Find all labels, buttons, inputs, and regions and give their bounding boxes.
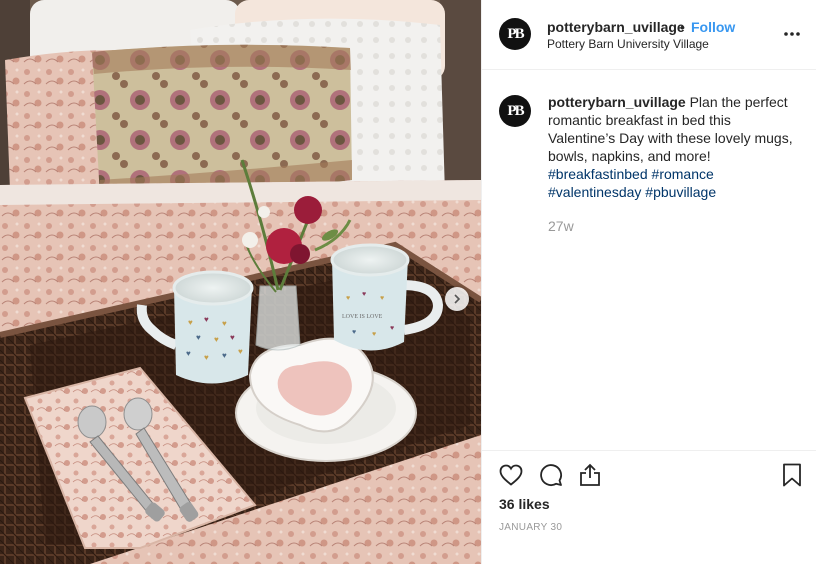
caption-comment: PB potterybarn_uvillage Plan the perfect…	[482, 70, 816, 450]
post-header: PB potterybarn_uvillage • Follow Pottery…	[482, 0, 816, 70]
time-ago[interactable]: 27w	[548, 218, 574, 234]
avatar[interactable]: PB	[499, 18, 531, 50]
caption: potterybarn_uvillage Plan the perfect ro…	[548, 93, 798, 201]
svg-text:♥: ♥	[222, 319, 227, 328]
like-button[interactable]	[497, 461, 525, 489]
post-photo[interactable]: ♥ ♥ ♥ ♥ ♥ ♥ ♥ ♥ ♥ ♥ LOVE IS LOVE ♥ ♥ ♥ ♥ ♥ ♥	[0, 0, 481, 564]
post-date[interactable]: JANUARY 30	[499, 522, 562, 533]
avatar[interactable]: PB	[499, 95, 531, 127]
svg-text:♥: ♥	[352, 329, 356, 336]
svg-text:♥: ♥	[390, 325, 394, 332]
svg-text:♥: ♥	[222, 351, 227, 360]
svg-text:♥: ♥	[188, 318, 193, 327]
likes-count[interactable]: 36 likes	[499, 496, 550, 512]
hashtag-link[interactable]: #breakfastinbed	[548, 166, 648, 182]
svg-text:♥: ♥	[380, 295, 384, 302]
post-details-panel: PB potterybarn_uvillage • Follow Pottery…	[481, 0, 816, 564]
comment-icon	[540, 464, 562, 486]
caption-username-link[interactable]: potterybarn_uvillage	[548, 94, 686, 110]
hashtag-link[interactable]: #valentinesday	[548, 184, 641, 200]
svg-text:♥: ♥	[346, 295, 350, 302]
bookmark-icon	[783, 463, 801, 487]
svg-text:♥: ♥	[238, 347, 243, 356]
more-options-icon	[784, 32, 800, 36]
save-button[interactable]	[778, 461, 806, 489]
heart-icon	[499, 464, 523, 486]
location-link[interactable]: Pottery Barn University Village	[547, 37, 709, 51]
next-image-button[interactable]	[445, 287, 469, 311]
hashtag-link[interactable]: #romance	[652, 166, 714, 182]
svg-text:♥: ♥	[204, 315, 209, 324]
svg-text:♥: ♥	[214, 335, 219, 344]
username-link[interactable]: potterybarn_uvillage	[547, 19, 685, 35]
more-options-button[interactable]	[782, 24, 802, 44]
share-button[interactable]	[576, 461, 604, 489]
separator-dot: •	[680, 19, 685, 35]
svg-text:♥: ♥	[372, 331, 376, 338]
svg-text:♥: ♥	[196, 333, 201, 342]
svg-text:LOVE IS LOVE: LOVE IS LOVE	[342, 314, 383, 320]
breakfast-tray-image: ♥ ♥ ♥♥ ♥ ♥ ♥ ♥ ♥ ♥ LOVE IS LOVE ♥♥ ♥♥ ♥♥	[0, 0, 481, 564]
follow-button[interactable]: Follow	[691, 19, 735, 35]
chevron-right-icon	[454, 294, 461, 304]
svg-text:♥: ♥	[186, 349, 191, 358]
comment-button[interactable]	[537, 461, 565, 489]
share-icon	[580, 463, 600, 486]
hashtag-link[interactable]: #pbuvillage	[645, 184, 716, 200]
svg-text:♥: ♥	[230, 333, 235, 342]
svg-text:♥: ♥	[362, 291, 366, 298]
svg-text:♥: ♥	[204, 353, 209, 362]
post-actions: 36 likes JANUARY 30	[482, 450, 816, 564]
